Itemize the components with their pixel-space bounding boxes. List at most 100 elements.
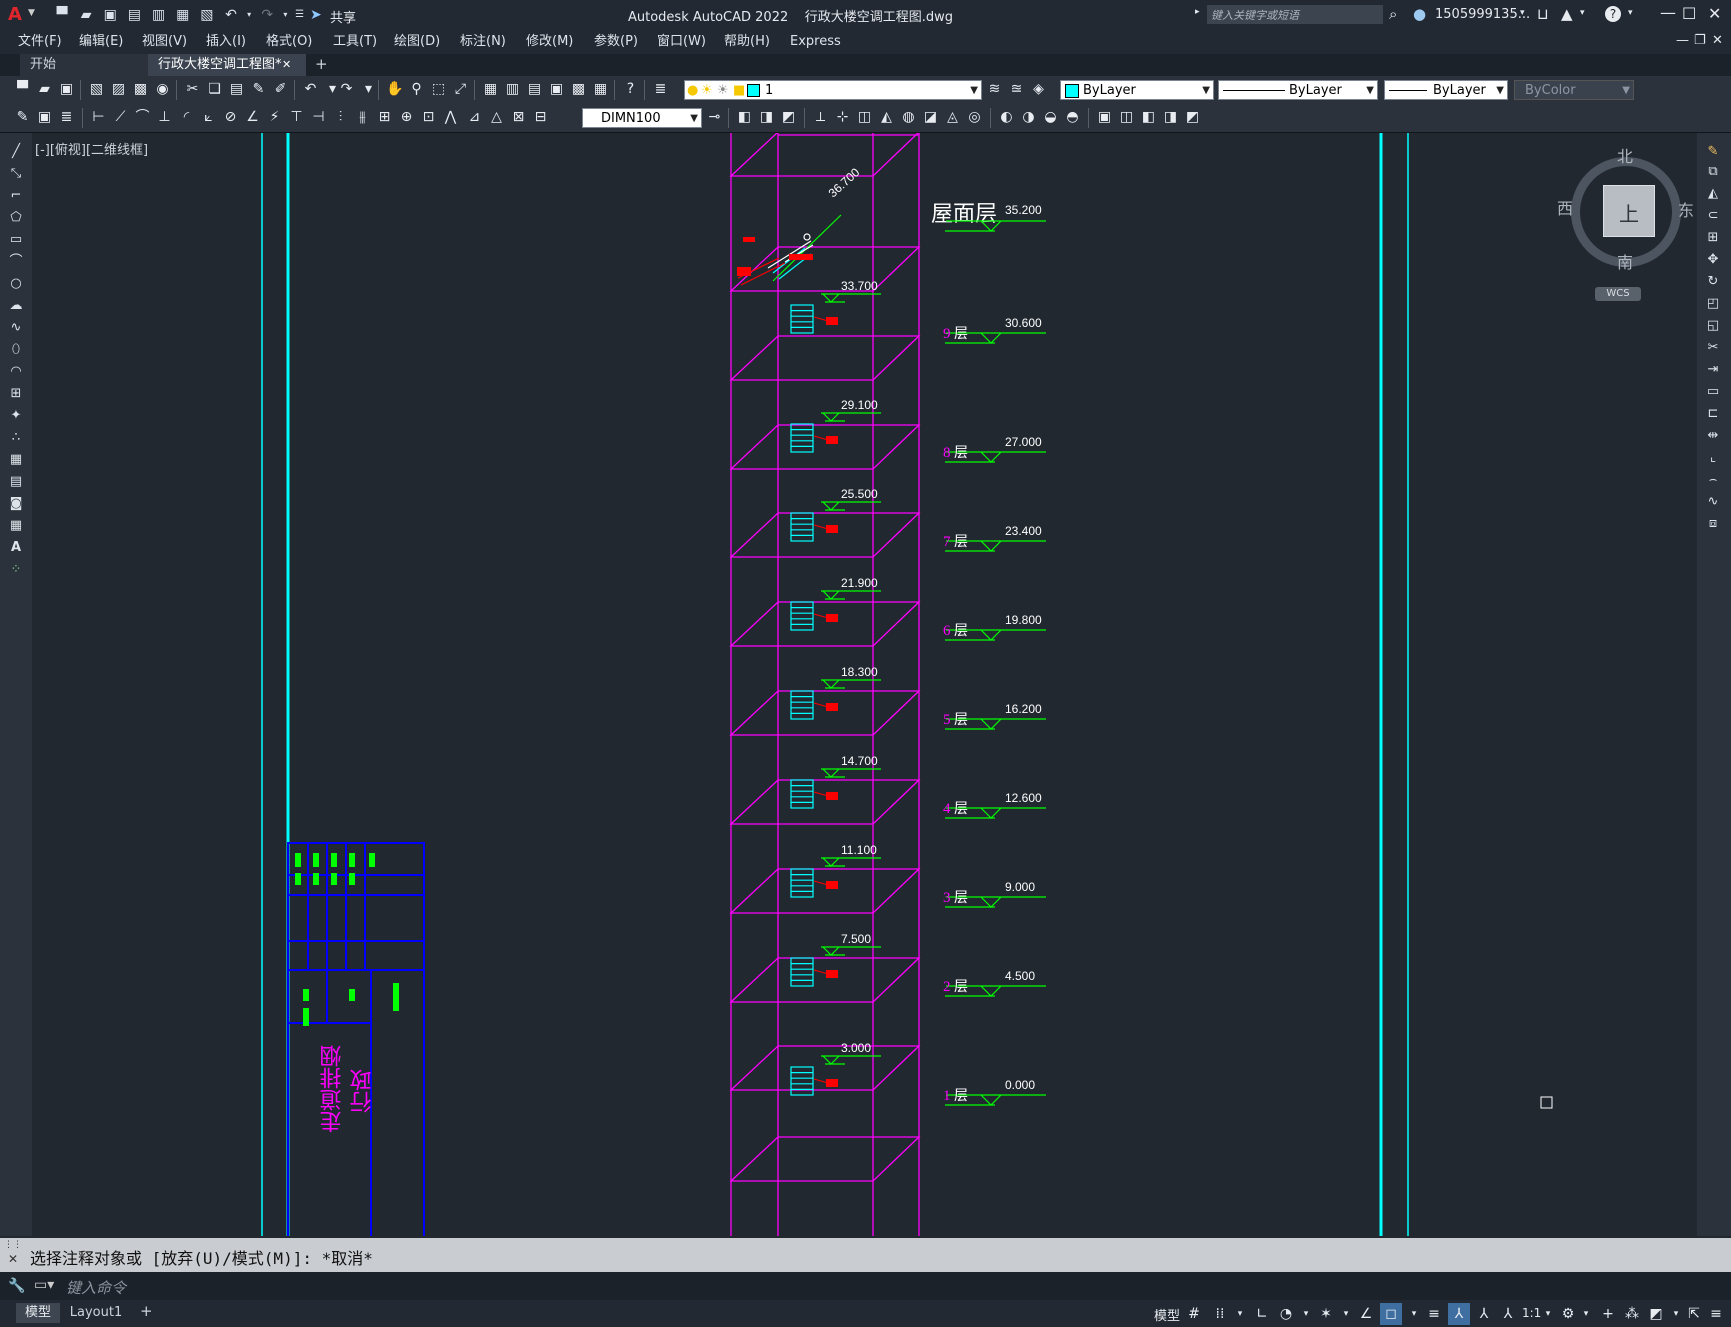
wcs-menu[interactable]: WCS	[1595, 287, 1641, 301]
line-tool-icon[interactable]: ╱	[7, 143, 25, 161]
section-icon[interactable]: ◨	[1162, 109, 1179, 126]
doc-close-icon[interactable]: ✕	[1712, 33, 1723, 48]
blend-tool-icon[interactable]: ∿	[1704, 493, 1722, 511]
center-mark-icon[interactable]: ⊕	[398, 109, 415, 126]
match-properties-icon[interactable]: ✎	[250, 81, 267, 98]
markup-icon[interactable]: ▩	[570, 81, 587, 98]
clip-icon[interactable]: ◫	[1118, 109, 1135, 126]
customize-qat-icon[interactable]: ☰	[294, 5, 306, 25]
sheet-set-icon[interactable]: ▣	[548, 81, 565, 98]
dim-space-icon[interactable]: ⫶	[332, 109, 349, 126]
menu-insert[interactable]: 插入(I)	[206, 30, 246, 54]
ellipse-tool-icon[interactable]: ⬯	[7, 341, 25, 359]
dim-text-edit-icon[interactable]: △	[488, 109, 505, 126]
undo-icon[interactable]: ↶	[302, 81, 319, 98]
share-icon[interactable]: ➤	[310, 7, 322, 23]
rectangle-tool-icon[interactable]: ▭	[7, 231, 25, 249]
redo-dropdown-icon[interactable]: ▾	[360, 81, 377, 98]
spline-tool-icon[interactable]: ∿	[7, 319, 25, 337]
aligned-dim-icon[interactable]: ⟋	[112, 109, 129, 126]
properties-icon[interactable]: ▦	[482, 81, 499, 98]
help-dropdown-icon[interactable]: ▾	[1628, 8, 1633, 18]
flatshot-icon[interactable]: ◩	[1184, 109, 1201, 126]
snap-icon[interactable]: ⁞⁞	[1210, 1304, 1230, 1324]
compass-north[interactable]: 北	[1617, 143, 1633, 167]
redo-icon[interactable]: ↷	[338, 81, 355, 98]
viewcube-face[interactable]: 上	[1603, 185, 1655, 237]
diameter-dim-icon[interactable]: ⊘	[222, 109, 239, 126]
quick-properties-dropdown-icon[interactable]: ▾	[1666, 1304, 1686, 1324]
polygon-tool-icon[interactable]: ⬠	[7, 209, 25, 227]
zoom-realtime-icon[interactable]: ⚲	[408, 81, 425, 98]
new-file-icon[interactable]: ▀	[52, 5, 72, 25]
tolerance-icon[interactable]: ⊞	[376, 109, 393, 126]
array-tool-icon[interactable]: ⊞	[1704, 229, 1722, 247]
tab-close-icon[interactable]: ✕	[282, 54, 291, 76]
make-block-tool-icon[interactable]: ✦	[7, 407, 25, 425]
layout1-tab[interactable]: Layout1	[66, 1303, 126, 1323]
doc-minimize-icon[interactable]: —	[1676, 33, 1689, 48]
chamfer-tool-icon[interactable]: ⌞	[1704, 449, 1722, 467]
polar-icon[interactable]: ◔	[1276, 1304, 1296, 1324]
tool-palettes-icon[interactable]: ▤	[526, 81, 543, 98]
compass-south[interactable]: 南	[1617, 249, 1633, 273]
isodraft-dropdown-icon[interactable]: ▾	[1336, 1304, 1356, 1324]
qnew-icon[interactable]: ▀	[14, 81, 31, 98]
block-editor-icon[interactable]: ✐	[272, 81, 289, 98]
save-icon[interactable]: ▣	[100, 5, 120, 25]
recent-commands-icon[interactable]: ▭▾	[34, 1277, 54, 1293]
revcloud-tool-icon[interactable]: ☁	[7, 297, 25, 315]
save-icon[interactable]: ▣	[58, 81, 75, 98]
ucs-origin-icon[interactable]: ⊹	[834, 109, 851, 126]
ellipse-arc-tool-icon[interactable]: ◠	[7, 363, 25, 381]
point-tool-icon[interactable]: ∴	[7, 429, 25, 447]
menu-file[interactable]: 文件(F)	[18, 30, 62, 54]
zoom-window-icon[interactable]: ⬚	[430, 81, 447, 98]
jogged-dim-icon[interactable]: ⟀	[200, 109, 217, 126]
workspace-dropdown-icon[interactable]: ▾	[1576, 1304, 1596, 1324]
layer-previous-icon[interactable]: ≊	[1008, 81, 1025, 98]
undo-dropdown-icon[interactable]: ▾	[245, 5, 253, 25]
cart-icon[interactable]: ⊔	[1537, 5, 1549, 23]
open-from-web-icon[interactable]: ▥	[149, 5, 169, 25]
plot-icon[interactable]: ▧	[197, 5, 217, 25]
save-as-icon[interactable]: ▤	[124, 5, 144, 25]
share-button[interactable]: 共享	[330, 7, 356, 26]
linetype-dropdown[interactable]: ByLayer ▼	[1218, 80, 1378, 100]
dimstyle-manager-icon[interactable]: ⊸	[706, 109, 723, 126]
cylinder-icon[interactable]: ◪	[922, 109, 939, 126]
redo-icon[interactable]: ↷	[257, 5, 277, 25]
dim-break-icon[interactable]: ⫵	[354, 109, 371, 126]
polyline-tool-icon[interactable]: ⌐	[7, 187, 25, 205]
customize-icon[interactable]: 🔧	[8, 1278, 25, 1294]
search-expand-icon[interactable]: ▸	[1195, 7, 1200, 17]
copy-icon[interactable]: ❏	[206, 81, 223, 98]
help-search-input[interactable]: 键入关键字或短语	[1207, 5, 1383, 24]
object-snap-tracking-icon[interactable]: ∠	[1356, 1304, 1376, 1324]
insert-block-icon[interactable]: ▣	[36, 109, 53, 126]
dim-style-icon[interactable]: ⊟	[532, 109, 549, 126]
open-icon[interactable]: ▰	[36, 81, 53, 98]
ortho-icon[interactable]: ∟	[1252, 1304, 1272, 1324]
plot-preview-icon[interactable]: ▨	[110, 81, 127, 98]
extend-tool-icon[interactable]: ⇥	[1704, 361, 1722, 379]
join-tool-icon[interactable]: ⇹	[1704, 427, 1722, 445]
torus-icon[interactable]: ◎	[966, 109, 983, 126]
customization-icon[interactable]: ≡	[1706, 1304, 1726, 1324]
cut-icon[interactable]: ✂	[184, 81, 201, 98]
linear-dim-icon[interactable]: ⊢	[90, 109, 107, 126]
construction-line-icon[interactable]: ⤡	[7, 165, 25, 183]
layer-dropdown[interactable]: ● ☀ ☀ ■ 1 ▼	[684, 80, 982, 100]
cone-icon[interactable]: ◬	[944, 109, 961, 126]
break-tool-icon[interactable]: ⊏	[1704, 405, 1722, 423]
ordinate-dim-icon[interactable]: ⊥	[156, 109, 173, 126]
move-tool-icon[interactable]: ✥	[1704, 251, 1722, 269]
publish-icon[interactable]: ▩	[132, 81, 149, 98]
compass-west[interactable]: 西	[1557, 195, 1573, 219]
annotation-visibility-toggle[interactable]: ⅄	[1448, 1303, 1470, 1325]
trim-tool-icon[interactable]: ✂	[1704, 339, 1722, 357]
isodraft-icon[interactable]: ✶	[1316, 1304, 1336, 1324]
undo-icon[interactable]: ↶	[221, 5, 241, 25]
redo-dropdown-icon[interactable]: ▾	[281, 5, 289, 25]
gradient-tool-icon[interactable]: ▤	[7, 473, 25, 491]
